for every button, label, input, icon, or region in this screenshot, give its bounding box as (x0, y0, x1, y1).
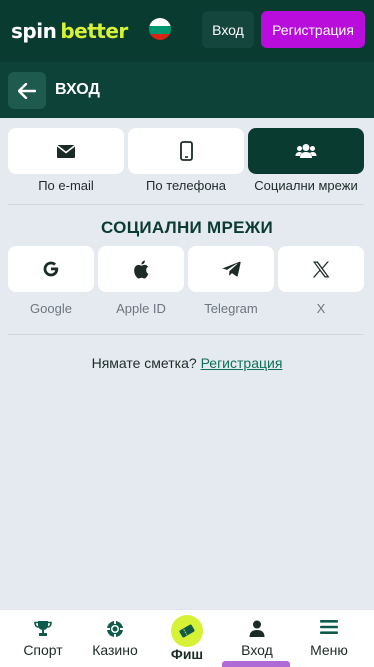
telegram-icon (221, 261, 241, 277)
nav-item-sport[interactable]: Спорт (6, 610, 80, 667)
logo-better-text: better (60, 19, 128, 43)
arrow-left-icon (18, 82, 36, 99)
no-account-text: Нямате сметка? (91, 355, 197, 371)
user-icon (249, 620, 265, 637)
users-icon (295, 144, 317, 158)
page-subheader: ВХОД (0, 62, 374, 118)
tab-phone-label: По телефона (146, 178, 226, 193)
tab-social-label: Социални мрежи (254, 178, 358, 193)
back-button[interactable] (8, 72, 46, 109)
nav-label-betslip: Фиш (170, 646, 204, 662)
logo-spin-text: spin (11, 19, 57, 43)
nav-item-betslip[interactable]: Фиш (150, 610, 224, 667)
nav-label-menu: Меню (310, 642, 348, 658)
telegram-button[interactable] (188, 246, 274, 292)
x-icon (312, 261, 330, 277)
social-section-title: СОЦИАЛНИ МРЕЖИ (101, 218, 273, 237)
tab-email-label: По e-mail (38, 178, 94, 193)
nav-label-sport: Спорт (23, 642, 63, 658)
x-label: X (316, 301, 326, 316)
nav-label-login: Вход (241, 642, 273, 658)
phone-icon (179, 141, 193, 161)
trophy-icon (34, 621, 52, 636)
google-button[interactable] (8, 246, 94, 292)
login-button[interactable]: Вход (202, 11, 254, 48)
page-title: ВХОД (55, 81, 100, 98)
nav-item-menu[interactable]: Меню (292, 610, 366, 667)
bulgaria-flag-icon[interactable] (148, 17, 172, 41)
telegram-label: Telegram (204, 301, 258, 316)
nav-item-casino[interactable]: Казино (78, 610, 152, 667)
login-page: spin better Вход Регистрация ВХОД По e-m… (0, 0, 374, 667)
casino-chip-icon (107, 621, 123, 637)
tab-social[interactable] (248, 128, 364, 174)
google-label: Google (30, 301, 72, 316)
tab-phone[interactable] (128, 128, 244, 174)
bottom-navigation: Спорт Казино Фиш Вход Меню (0, 609, 374, 667)
nav-label-casino: Казино (92, 642, 138, 658)
top-header: spin better Вход Регистрация (0, 0, 374, 62)
menu-icon (320, 620, 338, 634)
tab-email[interactable] (8, 128, 124, 174)
x-button[interactable] (278, 246, 364, 292)
nav-item-login[interactable]: Вход (220, 610, 294, 667)
apple-button[interactable] (98, 246, 184, 292)
google-icon (43, 261, 59, 277)
divider (8, 204, 364, 205)
divider (8, 334, 364, 335)
no-account-prompt: Нямате сметка? Регистрация (0, 355, 374, 371)
register-link[interactable]: Регистрация (201, 355, 283, 371)
apple-icon (134, 260, 149, 279)
register-button[interactable]: Регистрация (261, 11, 365, 48)
ticket-icon (171, 615, 203, 647)
apple-label: Apple ID (116, 301, 166, 316)
envelope-icon (56, 144, 76, 158)
active-nav-indicator (222, 661, 290, 667)
brand-logo[interactable]: spin better (11, 19, 128, 43)
